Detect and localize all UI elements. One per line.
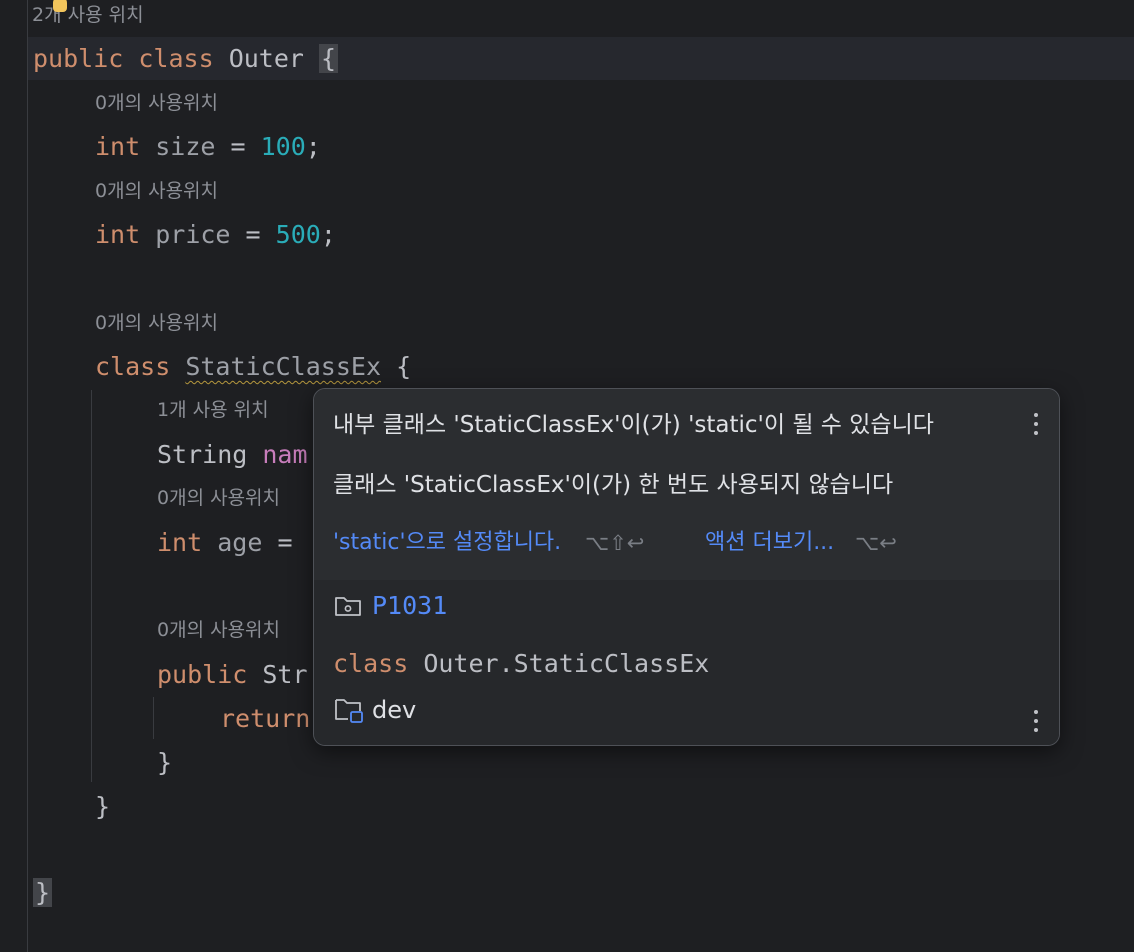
- code-line-class-outer[interactable]: public class Outer {: [33, 43, 339, 75]
- indent-guide: [153, 697, 154, 739]
- code-line-price[interactable]: int price = 500;: [95, 219, 336, 251]
- usage-hint-outer[interactable]: 2개 사용 위치: [32, 3, 144, 27]
- make-static-action-link[interactable]: 'static'으로 설정합니다.: [333, 529, 561, 557]
- usage-hint-age[interactable]: 0개의 사용위치: [157, 486, 280, 510]
- usage-hint-name[interactable]: 1개 사용 위치: [157, 398, 269, 422]
- kebab-menu-icon[interactable]: [1029, 707, 1043, 735]
- brace-close-outer[interactable]: }: [33, 877, 53, 909]
- class-name-outer: Outer: [228, 44, 304, 73]
- code-line-static-class[interactable]: class StaticClassEx {: [95, 351, 411, 383]
- code-line-age[interactable]: int age =: [157, 527, 293, 559]
- problem-message-static: 내부 클래스 'StaticClassEx'이(가) 'static'이 될 수…: [333, 412, 934, 438]
- more-actions-link[interactable]: 액션 더보기...: [705, 529, 834, 557]
- indent-guide: [91, 390, 92, 782]
- usage-hint-size[interactable]: 0개의 사용위치: [95, 91, 218, 115]
- gutter-separator: [27, 0, 28, 952]
- brace-close-class[interactable]: }: [95, 791, 110, 823]
- source-folder-icon: [334, 696, 364, 724]
- class-name-staticclassex: StaticClassEx: [185, 352, 381, 381]
- make-static-shortcut: ⌥⇧↩: [585, 531, 645, 555]
- code-line-return[interactable]: return: [220, 703, 310, 735]
- code-line-size[interactable]: int size = 100;: [95, 131, 321, 163]
- module-folder-icon: [334, 594, 362, 618]
- usage-hint-staticclass[interactable]: 0개의 사용위치: [95, 311, 218, 335]
- folder-name: dev: [372, 696, 417, 724]
- brace-close-method[interactable]: }: [157, 747, 172, 779]
- inspection-popup: 내부 클래스 'StaticClassEx'이(가) 'static'이 될 수…: [313, 388, 1060, 746]
- code-line-name[interactable]: String nam: [157, 439, 308, 471]
- brace-open: {: [319, 44, 339, 73]
- lightbulb-icon[interactable]: [53, 0, 67, 12]
- keyword-public: public: [33, 44, 124, 73]
- class-signature: class Outer.StaticClassEx: [333, 649, 710, 678]
- module-link[interactable]: P1031: [372, 590, 447, 622]
- usage-hint-price[interactable]: 0개의 사용위치: [95, 179, 218, 203]
- keyword-class: class: [138, 44, 214, 73]
- code-line-method[interactable]: public Str: [157, 659, 308, 691]
- more-actions-shortcut: ⌥↩: [855, 531, 897, 555]
- problem-message-unused: 클래스 'StaticClassEx'이(가) 한 번도 사용되지 않습니다: [333, 472, 894, 498]
- usage-hint-method[interactable]: 0개의 사용위치: [157, 618, 280, 642]
- kebab-menu-icon[interactable]: [1029, 410, 1043, 438]
